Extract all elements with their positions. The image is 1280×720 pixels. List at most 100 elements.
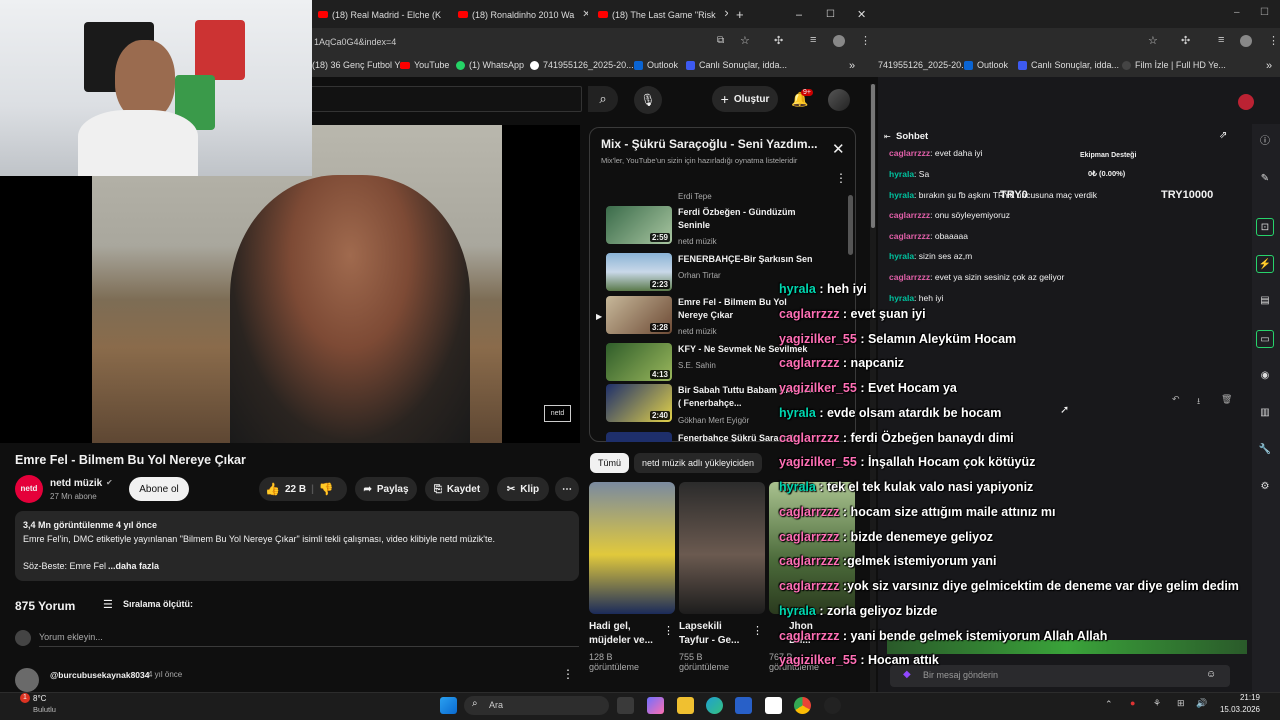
bookmark-item[interactable]: (18) 36 Genç Futbol Y... bbox=[312, 60, 407, 70]
more-bookmarks-icon[interactable]: » bbox=[1266, 60, 1272, 72]
recommended-thumbnail[interactable] bbox=[679, 482, 765, 614]
chip-all[interactable]: Tümü bbox=[590, 453, 630, 473]
extensions-icon[interactable]: ✣ bbox=[774, 34, 783, 47]
settings-icon[interactable]: ⚙ bbox=[1256, 478, 1274, 496]
search-input[interactable] bbox=[312, 86, 582, 112]
create-button[interactable]: + Oluştur bbox=[712, 86, 778, 112]
pin-icon[interactable]: ⭳ bbox=[1197, 394, 1200, 410]
file-explorer-icon[interactable] bbox=[677, 697, 694, 714]
yandex-icon[interactable] bbox=[765, 697, 782, 714]
search-icon[interactable]: ⌕ bbox=[588, 86, 618, 112]
playlist-item[interactable]: 2:59 Ferdi Özbeğen - Gündüzüm Seninle ne… bbox=[606, 206, 846, 246]
chrome-icon[interactable] bbox=[794, 697, 811, 714]
clock-date[interactable]: 15.03.2026 bbox=[1215, 705, 1260, 714]
undo-icon[interactable]: ↶ bbox=[1172, 394, 1180, 405]
like-icon[interactable]: 👍 bbox=[265, 482, 280, 496]
windows-start-icon[interactable] bbox=[440, 697, 457, 714]
tray-chevron-icon[interactable]: ⌃ bbox=[1105, 699, 1113, 710]
menu-icon[interactable]: ⋮ bbox=[860, 34, 871, 47]
microphone-icon[interactable]: 🎙 bbox=[634, 86, 662, 114]
bookmark-film[interactable]: Film İzle | Full HD Ye... bbox=[1122, 60, 1226, 70]
layers-icon[interactable]: ▥ bbox=[1256, 404, 1274, 422]
recommended-thumbnail[interactable] bbox=[589, 482, 675, 614]
extensions-icon[interactable]: ✣ bbox=[1181, 34, 1190, 47]
document-icon[interactable]: ▤ bbox=[1256, 292, 1274, 310]
user-avatar[interactable] bbox=[828, 89, 850, 111]
screen-capture-icon[interactable]: ⊡ bbox=[1256, 218, 1274, 236]
comment-input[interactable]: Yorum ekleyin... bbox=[39, 632, 579, 647]
share-button[interactable]: ➦ Paylaş bbox=[355, 477, 417, 501]
bookmark-youtube[interactable]: YouTube bbox=[400, 60, 449, 70]
new-tab-button[interactable]: + bbox=[736, 5, 750, 24]
close-icon[interactable]: ✕ bbox=[724, 9, 728, 20]
task-view-icon[interactable] bbox=[617, 697, 634, 714]
description-box[interactable]: 3,4 Mn görüntülenme 4 yıl önce Emre Fel'… bbox=[15, 511, 579, 581]
minimize-icon[interactable]: – bbox=[796, 5, 802, 24]
bookmark-outlook[interactable]: Outlook bbox=[964, 60, 1008, 70]
scrollbar-thumb[interactable] bbox=[871, 84, 875, 228]
channel-name[interactable]: netd müzik bbox=[50, 478, 102, 489]
recommended-title[interactable]: Lapsekili Tayfur - Ge... bbox=[679, 620, 739, 648]
address-bar[interactable]: 1AqCa0G4&index=4 ⧉ ☆ ✣ ≡ ⋮ bbox=[312, 28, 878, 56]
obs-icon[interactable] bbox=[824, 697, 841, 714]
taskbar-search[interactable] bbox=[464, 696, 609, 715]
volume-icon[interactable]: 🔊 bbox=[1196, 698, 1207, 709]
playlist-title[interactable]: Mix - Şükrü Saraçoğlu - Seni Yazdım... bbox=[601, 137, 825, 151]
install-icon[interactable]: ⧉ bbox=[717, 35, 724, 46]
bookmark-item[interactable]: 741955126_2025-20... bbox=[530, 60, 634, 70]
maximize-icon[interactable]: ☐ bbox=[1260, 7, 1269, 18]
comment-author[interactable]: @burcubusekaynak8034 bbox=[50, 670, 149, 680]
like-count[interactable]: 22 B bbox=[285, 484, 306, 495]
bookmark-star-icon[interactable]: ☆ bbox=[1148, 34, 1158, 47]
video-menu-icon[interactable]: ⋮ bbox=[752, 624, 763, 637]
subscribe-button[interactable]: Abone ol bbox=[129, 477, 189, 501]
lightning-icon[interactable]: ⚡ bbox=[1256, 255, 1274, 273]
tab-real-madrid[interactable]: (18) Real Madrid - Elche (K✕ bbox=[318, 5, 448, 24]
twitch-user-avatar[interactable] bbox=[1238, 94, 1254, 110]
media-icon[interactable]: ≡ bbox=[810, 34, 816, 46]
tab-ronaldinho[interactable]: (18) Ronaldinho 2010 Wa ✕ bbox=[458, 5, 588, 24]
tab-last-game[interactable]: (18) The Last Game "Risk ✕ bbox=[598, 5, 728, 24]
more-bookmarks-icon[interactable]: » bbox=[849, 60, 855, 72]
save-button[interactable]: ⎘ Kaydet bbox=[425, 477, 489, 501]
dislike-icon[interactable]: 👎 bbox=[319, 482, 334, 496]
edit-icon[interactable]: ✎ bbox=[1256, 170, 1274, 188]
more-actions-icon[interactable]: ⋯ bbox=[555, 477, 579, 501]
close-playlist-icon[interactable]: ✕ bbox=[832, 140, 845, 158]
broadcast-icon[interactable]: ◉ bbox=[1256, 367, 1274, 385]
show-more-link[interactable]: ...daha fazla bbox=[108, 561, 159, 571]
minimize-icon[interactable]: – bbox=[1234, 7, 1240, 18]
video-menu-icon[interactable]: ⋮ bbox=[663, 624, 674, 637]
bookmark-item[interactable]: 741955126_2025-20... bbox=[878, 60, 969, 70]
media-icon[interactable]: ≡ bbox=[1218, 34, 1224, 46]
maximize-icon[interactable]: ☐ bbox=[826, 5, 835, 24]
profile-avatar[interactable] bbox=[1240, 35, 1252, 47]
comment-menu-icon[interactable]: ⋮ bbox=[562, 667, 574, 681]
sort-icon[interactable]: ☰ bbox=[103, 598, 113, 611]
tray-app-icon[interactable]: ⚘ bbox=[1153, 698, 1161, 709]
store-icon[interactable] bbox=[735, 697, 752, 714]
clock-time[interactable]: 21:19 bbox=[1220, 693, 1260, 702]
bookmark-outlook[interactable]: Outlook bbox=[634, 60, 678, 70]
menu-icon[interactable]: ⋮ bbox=[1268, 34, 1279, 47]
bookmark-whatsapp[interactable]: (1) WhatsApp bbox=[456, 60, 524, 70]
popout-chat-icon[interactable]: ⇗ bbox=[1219, 130, 1227, 141]
wrench-icon[interactable]: 🔧 bbox=[1256, 441, 1274, 459]
clip-button[interactable]: ✂ Klip bbox=[497, 477, 549, 501]
url-text[interactable]: 1AqCa0G4&index=4 bbox=[314, 37, 396, 47]
bookmark-canli-sonuclar[interactable]: Canlı Sonuçlar, idda... bbox=[1018, 60, 1119, 70]
channel-avatar[interactable]: netd bbox=[15, 475, 43, 503]
sort-button[interactable]: Sıralama ölçütü: bbox=[123, 599, 193, 609]
chat-bubble-icon[interactable]: ▭ bbox=[1256, 330, 1274, 348]
emote-picker-icon[interactable]: ☺ bbox=[1206, 669, 1216, 680]
collapse-chat-icon[interactable]: ⇤ bbox=[884, 132, 891, 141]
chip-from-uploader[interactable]: netd müzik adlı yükleyiciden bbox=[634, 453, 763, 473]
bits-icon[interactable]: ◆ bbox=[903, 669, 911, 680]
commenter-avatar[interactable] bbox=[15, 668, 39, 692]
copilot-icon[interactable] bbox=[647, 697, 664, 714]
tray-app-icon[interactable]: ● bbox=[1130, 698, 1135, 708]
edge-icon[interactable] bbox=[706, 697, 723, 714]
recommended-title[interactable]: Hadi gel, müjdeler ve... bbox=[589, 620, 653, 648]
network-icon[interactable]: ⊞ bbox=[1177, 698, 1185, 709]
trash-icon[interactable]: 🗑 bbox=[1221, 394, 1232, 405]
